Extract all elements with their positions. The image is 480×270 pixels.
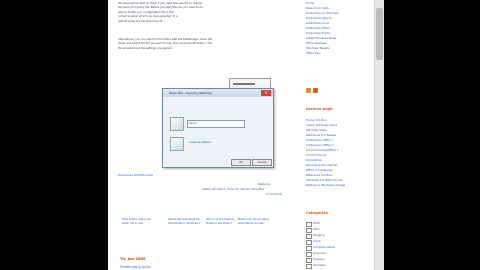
archive-link[interactable]: Office 2.0 Features: [306, 169, 332, 172]
post-labels[interactable]: Labels: Windows7, Vista, XP, Ubuntu, Vir…: [202, 188, 264, 191]
related-post-link[interactable]: Get rid of the taskbar flicker in Window…: [206, 218, 240, 226]
related-post-link[interactable]: Make your own portable applications bund…: [238, 218, 272, 226]
related-post-link[interactable]: Hide Firefox status bar when not in use: [122, 218, 156, 226]
sidebar: Home News from Vista Productive on Windo…: [298, 0, 374, 270]
close-icon[interactable]: ✕: [261, 90, 271, 96]
archive-link[interactable]: Inform Windows Users: [306, 124, 337, 127]
paragraph-line: default setup the file should be at.: [118, 19, 163, 23]
sidebar-link[interactable]: Latest Windows News: [306, 37, 336, 40]
ok-button[interactable]: OK: [231, 159, 251, 166]
post-paragraph-2: Alternatively you can also find the fold…: [118, 38, 213, 50]
archive-link[interactable]: Home Info Box: [306, 119, 327, 122]
sidebar-link[interactable]: Productive Office: [306, 27, 330, 30]
addon-icon[interactable]: [170, 137, 184, 151]
archive-heading: Archive page: [306, 107, 333, 111]
archive-link[interactable]: Reference Windows Linkage: [306, 184, 345, 187]
category-label[interactable]: Computer Game: [313, 246, 334, 249]
download-link[interactable]: Download WindMin.exe: [118, 173, 153, 177]
checkbox[interactable]: [306, 264, 312, 269]
archive-link[interactable]: Reference 2.0 Tweaks: [306, 134, 336, 137]
rss-icon[interactable]: [306, 88, 311, 93]
dialog-title: Open File - Security Warning: [169, 91, 212, 95]
post-author: Posted by: [258, 183, 271, 186]
sidebar-link[interactable]: Home: [306, 2, 314, 5]
category-label[interactable]: Blogging: [313, 234, 324, 237]
checkbox[interactable]: [306, 252, 312, 257]
feed-icon[interactable]: [313, 88, 318, 93]
archive-link[interactable]: Scheduling: [306, 159, 321, 162]
dialog-titlebar[interactable]: Open File - Security Warning ✕: [163, 89, 273, 97]
checkbox[interactable]: [306, 234, 312, 239]
option-open-label[interactable]: Open: [189, 121, 197, 125]
archive-link[interactable]: Ad Community: [306, 154, 327, 157]
archive-link[interactable]: Windows 2.0 Office to use: [306, 179, 342, 182]
category-label[interactable]: Download: [313, 252, 326, 255]
sidebar-link[interactable]: Productive Firefox: [306, 32, 331, 35]
archive-link[interactable]: Reference 2.0 Bars: [306, 174, 333, 177]
date-heading: Th, Jun 2009: [120, 257, 146, 261]
post-paragraph-1: Windows will be able to check if you nee…: [118, 2, 214, 24]
archive-link[interactable]: Ad Remove Office 7: [306, 139, 334, 142]
category-label[interactable]: Freeware: [313, 258, 325, 261]
comments-link[interactable]: 0 comments: [266, 193, 282, 196]
window-row: [233, 83, 255, 85]
category-label[interactable]: 2006: [313, 222, 320, 225]
sidebar-link[interactable]: Windows Tweaks: [306, 47, 329, 50]
checkbox[interactable]: [306, 258, 312, 263]
related-post-link[interactable]: Resize Windows Explorer thumbnails in Wi…: [168, 218, 202, 226]
checkbox[interactable]: [306, 222, 312, 227]
category-label[interactable]: Hardware: [313, 264, 326, 267]
security-dialog: Open File - Security Warning ✕ Open Load…: [162, 88, 274, 168]
option-addon-label[interactable]: Load as Addon: [189, 140, 211, 144]
cancel-button[interactable]: Cancel: [252, 159, 272, 166]
archive-link[interactable]: Reversing the Internet: [306, 164, 337, 167]
categories-heading: Categories: [306, 211, 328, 215]
archive-link[interactable]: Windows Vista: [306, 129, 326, 132]
checkbox[interactable]: [306, 228, 312, 233]
sidebar-link[interactable]: Office Reviews: [306, 42, 327, 45]
archive-link[interactable]: Ad Community/Office 7: [306, 149, 339, 152]
category-label[interactable]: 2007: [313, 228, 320, 231]
open-icon[interactable]: [170, 117, 184, 131]
checkbox[interactable]: [306, 240, 312, 245]
scrollbar-thumb[interactable]: [376, 8, 383, 60]
sidebar-link[interactable]: News from Vista: [306, 7, 329, 10]
checkbox[interactable]: [306, 246, 312, 251]
vertical-scrollbar[interactable]: [374, 0, 384, 270]
archive-link[interactable]: Ad Remove Office 7: [306, 144, 334, 147]
category-label[interactable]: Comic: [313, 240, 321, 243]
next-post-title[interactable]: Firefox tips & tricks: [120, 265, 151, 269]
sidebar-link[interactable]: Productive Ubuntu: [306, 17, 332, 20]
sidebar-link[interactable]: Productive on Windows: [306, 12, 339, 15]
sidebar-link[interactable]: Productive Linux: [306, 22, 329, 25]
sidebar-link[interactable]: Office Tips: [306, 52, 321, 55]
